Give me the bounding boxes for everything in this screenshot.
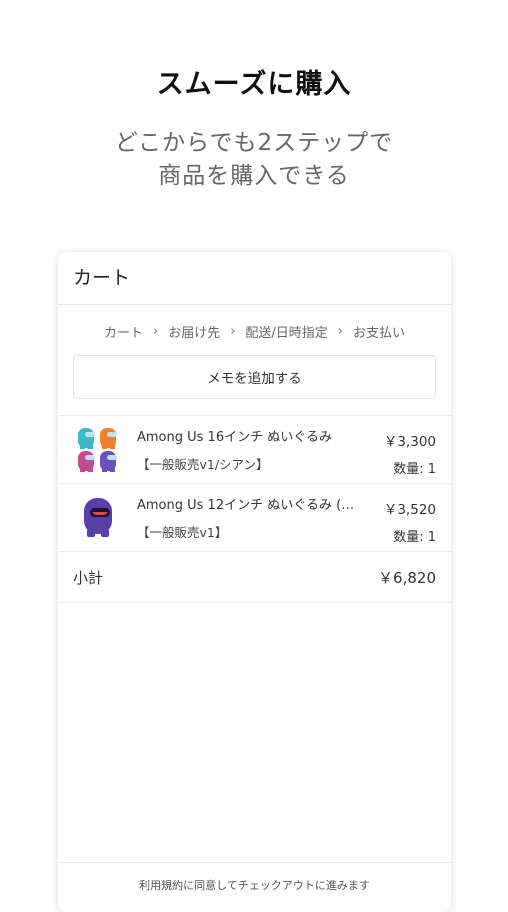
cart-item-name: Among Us 16インチ ぬいぐるみ: [137, 430, 332, 445]
crewmate-plush-set-icon: [78, 427, 117, 472]
cart-item-quantity: 数量: 1: [393, 530, 436, 545]
subtotal-value: ￥6,820: [378, 568, 436, 587]
product-thumbnail: [73, 425, 123, 475]
cart-item[interactable]: Among Us 16インチ ぬいぐるみ 【一般販売v1/シアン】 ￥3,300…: [58, 416, 451, 484]
cart-item[interactable]: Among Us 12インチ ぬいぐるみ (インポスター) 【一般販売v1】 ￥…: [58, 484, 451, 552]
promo-subline-line-1: どこからでも2ステップで: [114, 130, 394, 156]
subtotal-label: 小計: [73, 568, 104, 587]
chevron-right-icon: ›: [152, 323, 159, 339]
checkout-terms-note: 利用規約に同意してチェックアウトに進みます: [58, 862, 451, 893]
cart-item-price: ￥3,300: [383, 434, 436, 450]
checkout-steps-breadcrumb: カート › お届け先 › 配送/日時指定 › お支払い: [58, 309, 451, 353]
cart-items-list: Among Us 16インチ ぬいぐるみ 【一般販売v1/シアン】 ￥3,300…: [58, 415, 451, 552]
chevron-right-icon: ›: [230, 323, 236, 339]
chevron-right-icon: ›: [337, 323, 343, 339]
cart-item-price-qty: ￥3,520 数量: 1: [384, 484, 436, 551]
step-delivery-schedule: 配送/日時指定: [245, 325, 328, 341]
cart-card: カート カート › お届け先 › 配送/日時指定 › お支払い メモを追加する: [58, 252, 451, 912]
cart-title: カート: [58, 252, 451, 305]
cart-item-quantity: 数量: 1: [393, 462, 436, 477]
subtotal-row: 小計 ￥6,820: [58, 552, 451, 603]
promo-subline: どこからでも2ステップで 商品を購入できる: [0, 127, 508, 193]
step-payment: お支払い: [353, 325, 406, 341]
cart-item-price-qty: ￥3,300 数量: 1: [384, 416, 436, 483]
promo-headline: スムーズに購入: [156, 69, 352, 100]
cart-item-price: ￥3,520: [383, 502, 436, 518]
impostor-plush-icon: [84, 497, 112, 537]
cart-item-name: Among Us 12インチ ぬいぐるみ (インポスター): [137, 498, 365, 513]
product-thumbnail: [73, 493, 123, 543]
step-cart: カート: [103, 325, 143, 341]
promo-subline-line-2: 商品を購入できる: [158, 163, 350, 189]
step-delivery-address: お届け先: [168, 325, 221, 341]
add-memo-button[interactable]: メモを追加する: [73, 355, 436, 399]
